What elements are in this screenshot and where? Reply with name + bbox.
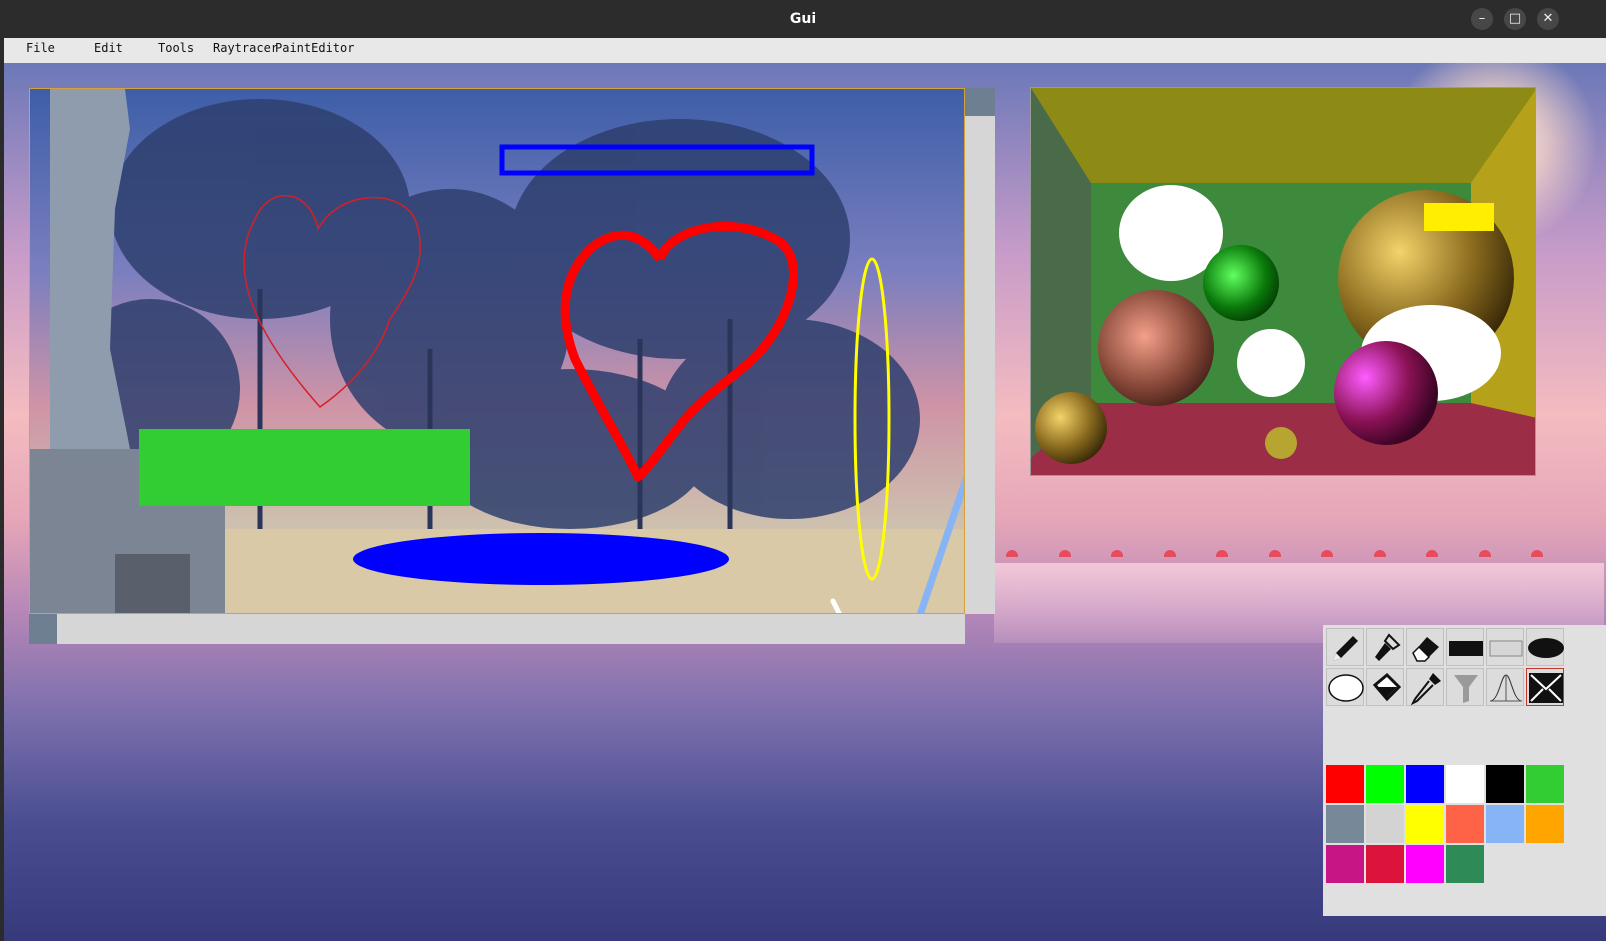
pier-light	[1321, 550, 1333, 557]
rectangle-outline-tool[interactable]	[1486, 628, 1524, 666]
green-filled-rectangle	[139, 429, 470, 506]
filter-tool[interactable]	[1446, 668, 1484, 706]
menu-bar: File Edit Tools Raytracer PaintEditor	[4, 38, 1606, 63]
menu-tools[interactable]: Tools	[158, 38, 194, 58]
filled-ellipse-icon	[1528, 638, 1564, 658]
pencil-tool[interactable]	[1326, 628, 1364, 666]
maximize-button[interactable]: □	[1504, 8, 1526, 30]
close-button[interactable]: ✕	[1537, 8, 1559, 30]
horizontal-scroll-thumb[interactable]	[29, 614, 57, 644]
menu-file[interactable]: File	[26, 38, 55, 58]
color-picker-tool[interactable]	[1406, 668, 1444, 706]
pier-light	[1006, 550, 1018, 557]
blue-filled-ellipse	[353, 533, 729, 585]
filled-ellipse-tool[interactable]	[1526, 628, 1564, 666]
minimize-icon: –	[1478, 11, 1486, 26]
gaussian-blur-tool[interactable]	[1486, 668, 1524, 706]
window-title-bar: Gui – □ ✕	[0, 0, 1606, 38]
canvas-vertical-scrollbar[interactable]	[965, 88, 995, 614]
pier-light	[1426, 550, 1438, 557]
raytraced-scene	[1031, 88, 1535, 475]
gaussian-curve-icon	[1489, 674, 1523, 702]
vertical-scroll-thumb[interactable]	[965, 88, 995, 116]
pier-light	[1058, 550, 1071, 557]
color-swatch[interactable]	[1406, 805, 1444, 843]
pier-light	[1268, 550, 1281, 557]
rectangle-outline-icon	[1489, 640, 1523, 657]
menu-edit[interactable]: Edit	[94, 38, 123, 58]
pier-light	[1216, 550, 1228, 557]
pier-lights	[1004, 550, 1574, 562]
menu-painteditor[interactable]: PaintEditor	[275, 38, 354, 58]
color-swatch[interactable]	[1526, 805, 1564, 843]
window-title: Gui	[789, 11, 817, 27]
pier-light	[1111, 550, 1123, 557]
brush-icon	[1375, 633, 1401, 661]
color-swatch[interactable]	[1446, 845, 1484, 883]
pier-light	[1478, 550, 1491, 557]
ellipse-outline-tool[interactable]	[1326, 668, 1364, 706]
maximize-icon: □	[1508, 11, 1522, 26]
color-swatch[interactable]	[1366, 765, 1404, 803]
envelope-x-icon	[1529, 673, 1563, 703]
minimize-button[interactable]: –	[1471, 8, 1493, 30]
color-swatch[interactable]	[1406, 845, 1444, 883]
color-swatch[interactable]	[1326, 845, 1364, 883]
color-swatch[interactable]	[1366, 805, 1404, 843]
color-swatch[interactable]	[1406, 765, 1444, 803]
paint-bucket-icon	[1372, 672, 1402, 702]
color-swatch[interactable]	[1526, 765, 1564, 803]
color-swatch[interactable]	[1366, 845, 1404, 883]
pier-light	[1373, 550, 1386, 557]
clear-tool[interactable]	[1526, 668, 1564, 706]
color-swatch[interactable]	[1486, 805, 1524, 843]
close-icon: ✕	[1542, 11, 1554, 26]
color-swatch[interactable]	[1446, 805, 1484, 843]
pier-light	[1531, 550, 1543, 557]
ellipse-outline-icon	[1328, 674, 1364, 702]
brush-tool[interactable]	[1366, 628, 1404, 666]
paint-canvas[interactable]	[29, 88, 965, 614]
canvas-drawing	[30, 89, 964, 613]
canvas-horizontal-scrollbar[interactable]	[29, 614, 965, 644]
pencil-icon	[1333, 636, 1358, 661]
color-swatch[interactable]	[1486, 765, 1524, 803]
pier-light	[1163, 550, 1176, 557]
filled-rectangle-icon	[1449, 641, 1483, 656]
color-swatch[interactable]	[1326, 765, 1364, 803]
raytracer-render-preview	[1030, 87, 1536, 476]
filled-rectangle-tool[interactable]	[1446, 628, 1484, 666]
eyedropper-icon	[1410, 673, 1441, 706]
eraser-icon	[1412, 637, 1439, 662]
eraser-tool[interactable]	[1406, 628, 1444, 666]
bucket-fill-tool[interactable]	[1366, 668, 1404, 706]
color-swatch[interactable]	[1446, 765, 1484, 803]
menu-raytracer[interactable]: Raytracer	[213, 38, 278, 58]
tool-palette	[1323, 625, 1606, 916]
color-swatch[interactable]	[1326, 805, 1364, 843]
funnel-icon	[1454, 675, 1478, 703]
